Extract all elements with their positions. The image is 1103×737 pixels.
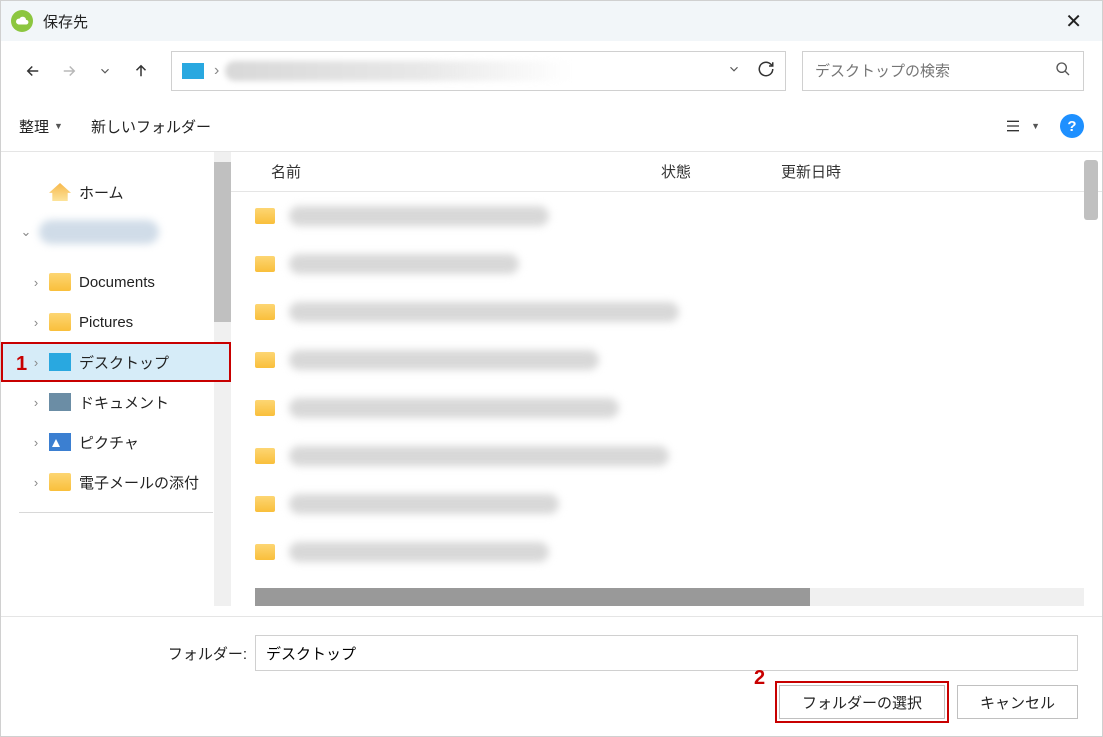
tree-item-ホーム[interactable]: ホーム [1, 172, 231, 212]
folder-name-input[interactable] [255, 635, 1078, 671]
tree-item-blurred[interactable]: ⌄ [1, 212, 231, 252]
tree-item-label: Documents [79, 274, 155, 291]
window-title: 保存先 [43, 11, 88, 32]
tree-item-label: ホーム [79, 182, 124, 203]
annotation-1: 1 [16, 353, 27, 376]
folder-icon [49, 273, 71, 291]
nav-bar: › [1, 41, 1102, 101]
chevron-icon[interactable]: › [29, 355, 43, 370]
folder-icon [255, 304, 275, 320]
folder-icon [255, 544, 275, 560]
list-row[interactable] [231, 528, 1102, 576]
row-name-blurred [289, 254, 519, 274]
chevron-down-icon[interactable] [727, 62, 741, 81]
list-row[interactable] [231, 336, 1102, 384]
toolbar: 整理▼ 新しいフォルダー ▼ ? [1, 101, 1102, 151]
titlebar: 保存先 ✕ [1, 1, 1102, 41]
desktop-icon [49, 353, 71, 371]
organize-menu[interactable]: 整理▼ [19, 116, 63, 137]
view-options[interactable]: ▼ [1003, 118, 1040, 134]
folder-icon [255, 448, 275, 464]
chevron-icon[interactable]: ⌄ [19, 224, 33, 240]
col-status[interactable]: 状態 [661, 161, 781, 182]
forward-button[interactable] [55, 57, 83, 85]
annotation-2: 2 [754, 667, 765, 690]
chevron-icon[interactable]: › [29, 435, 43, 450]
back-button[interactable] [19, 57, 47, 85]
chevron-icon[interactable]: › [29, 395, 43, 410]
refresh-icon[interactable] [757, 60, 775, 83]
folder-icon [255, 352, 275, 368]
doc-icon [49, 393, 71, 411]
tree-item-label: デスクトップ [79, 352, 169, 373]
tree-item-ドキュメント[interactable]: › ドキュメント [1, 382, 231, 422]
search-input[interactable] [815, 63, 1055, 80]
tree-item-デスクトップ[interactable]: › デスクトップ [1, 342, 231, 382]
history-dropdown[interactable] [91, 57, 119, 85]
home-icon [49, 183, 71, 201]
chevron-icon[interactable]: › [29, 315, 43, 330]
file-list: 名前 状態 更新日時 [231, 152, 1102, 606]
vertical-scrollbar[interactable] [1084, 160, 1098, 220]
list-row[interactable] [231, 288, 1102, 336]
search-icon[interactable] [1055, 61, 1071, 82]
folder-icon [49, 313, 71, 331]
row-name-blurred [289, 494, 559, 514]
list-row[interactable] [231, 432, 1102, 480]
chevron-icon[interactable]: › [29, 275, 43, 290]
tree-item-ピクチャ[interactable]: › ピクチャ [1, 422, 231, 462]
col-name[interactable]: 名前 [231, 161, 661, 182]
new-folder-button[interactable]: 新しいフォルダー [91, 116, 211, 137]
up-button[interactable] [127, 57, 155, 85]
col-date[interactable]: 更新日時 [781, 161, 1102, 182]
row-name-blurred [289, 302, 679, 322]
list-row[interactable] [231, 384, 1102, 432]
tree-item-label: 電子メールの添付 [79, 472, 199, 493]
select-folder-button[interactable]: フォルダーの選択 [779, 685, 945, 719]
row-name-blurred [289, 446, 669, 466]
search-box[interactable] [802, 51, 1084, 91]
location-icon [182, 63, 204, 79]
folder-icon [255, 496, 275, 512]
nav-tree: ホーム ⌄ › Documents › Pictures › デスクトップ › ドキュメント › ピク… [1, 152, 231, 606]
tree-item-label: ドキュメント [79, 392, 169, 413]
address-path-blurred [225, 61, 719, 81]
help-icon[interactable]: ? [1060, 114, 1084, 138]
list-row[interactable] [231, 480, 1102, 528]
tree-divider [19, 512, 213, 513]
folder-icon [49, 473, 71, 491]
row-name-blurred [289, 350, 599, 370]
breadcrumb-sep: › [214, 62, 219, 80]
folder-icon [255, 208, 275, 224]
tree-item-Pictures[interactable]: › Pictures [1, 302, 231, 342]
tree-item-Documents[interactable]: › Documents [1, 262, 231, 302]
list-row[interactable] [231, 240, 1102, 288]
blurred-label [39, 220, 159, 244]
close-icon[interactable]: ✕ [1055, 5, 1092, 38]
dialog-footer: フォルダー: フォルダーの選択 キャンセル [1, 616, 1102, 736]
row-name-blurred [289, 398, 619, 418]
pic-icon [49, 433, 71, 451]
tree-item-label: ピクチャ [79, 432, 139, 453]
list-row[interactable] [231, 192, 1102, 240]
folder-icon [255, 256, 275, 272]
row-name-blurred [289, 206, 549, 226]
folder-icon [255, 400, 275, 416]
cancel-button[interactable]: キャンセル [957, 685, 1078, 719]
horizontal-scrollbar[interactable] [255, 588, 1084, 606]
app-icon [11, 10, 33, 32]
address-bar[interactable]: › [171, 51, 786, 91]
tree-item-label: Pictures [79, 314, 133, 331]
list-header: 名前 状態 更新日時 [231, 152, 1102, 192]
row-name-blurred [289, 542, 549, 562]
folder-label: フォルダー: [25, 643, 255, 664]
chevron-icon[interactable]: › [29, 475, 43, 490]
tree-item-電子メールの添付[interactable]: › 電子メールの添付 [1, 462, 231, 502]
